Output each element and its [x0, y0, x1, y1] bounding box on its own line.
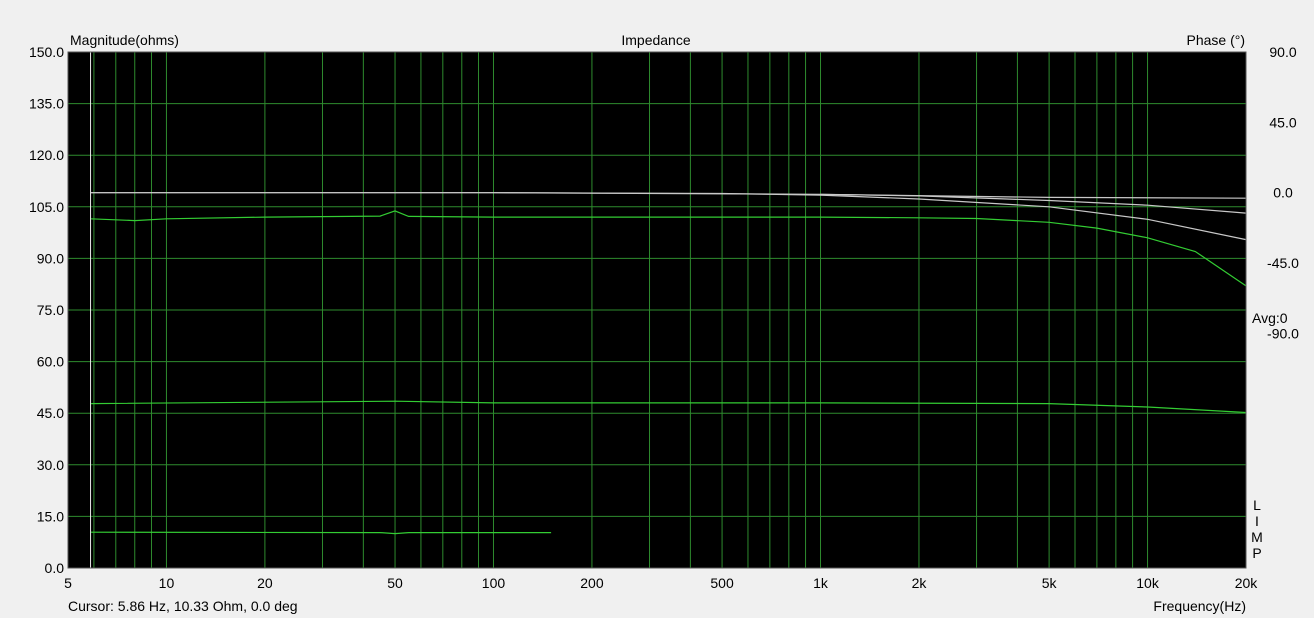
y-tick-label-left: 60.0	[37, 354, 64, 370]
x-tick-label: 50	[387, 575, 403, 591]
x-tick-label: 10k	[1136, 575, 1160, 591]
lmp-letter: P	[1252, 545, 1261, 561]
x-tick-label: 10	[159, 575, 175, 591]
x-tick-label: 5	[64, 575, 72, 591]
y-tick-label-left: 15.0	[37, 508, 64, 524]
y-axis-label-right: Phase (°)	[1186, 32, 1245, 48]
x-tick-label: 5k	[1042, 575, 1058, 591]
y-tick-label-left: 75.0	[37, 302, 64, 318]
y-tick-label-left: 135.0	[29, 96, 64, 112]
right-annotations: Avg:0 LIMP	[1251, 310, 1288, 561]
y-axis-label-left: Magnitude(ohms)	[70, 32, 179, 48]
y-tick-label-left: 150.0	[29, 44, 64, 60]
y-tick-label-right: 0.0	[1273, 185, 1293, 201]
x-tick-label: 20	[257, 575, 273, 591]
y-tick-label-right: 45.0	[1269, 114, 1296, 130]
x-axis-label: Frequency(Hz)	[1153, 598, 1246, 614]
x-tick-label: 500	[710, 575, 734, 591]
y-tick-label-right: -90.0	[1267, 325, 1299, 341]
chart-title: Impedance	[621, 32, 690, 48]
y-tick-label-left: 120.0	[29, 147, 64, 163]
y-ticks-right: 90.0 45.0 0.0 -45.0 -90.0	[1267, 44, 1299, 341]
x-tick-label: 100	[482, 575, 506, 591]
cursor-readout: Cursor: 5.86 Hz, 10.33 Ohm, 0.0 deg	[68, 598, 298, 614]
impedance-chart: Magnitude(ohms) Impedance Phase (°) Freq…	[29, 32, 1299, 614]
y-ticks-left: 0.0 15.0 30.0 45.0 60.0 75.0 90.0 105.0 120.0 135…	[29, 44, 64, 576]
x-tick-label: 200	[580, 575, 604, 591]
x-tick-label: 20k	[1235, 575, 1259, 591]
y-tick-label-left: 0.0	[45, 560, 65, 576]
y-tick-label-left: 45.0	[37, 405, 64, 421]
x-ticks: 5 10 20 50 100 200 500 1k 2k 5k 10k 20k	[64, 575, 1258, 591]
y-tick-label-left: 105.0	[29, 199, 64, 215]
x-tick-label: 2k	[912, 575, 928, 591]
average-indicator: Avg:0	[1252, 310, 1288, 326]
lmp-letter: I	[1255, 513, 1259, 529]
y-tick-label-right: -45.0	[1267, 255, 1299, 271]
lmp-letter: L	[1253, 497, 1261, 513]
y-tick-label-right: 90.0	[1269, 44, 1296, 60]
x-tick-label: 1k	[813, 575, 829, 591]
y-tick-label-left: 30.0	[37, 457, 64, 473]
y-tick-label-left: 90.0	[37, 250, 64, 266]
lmp-letter: M	[1251, 529, 1263, 545]
